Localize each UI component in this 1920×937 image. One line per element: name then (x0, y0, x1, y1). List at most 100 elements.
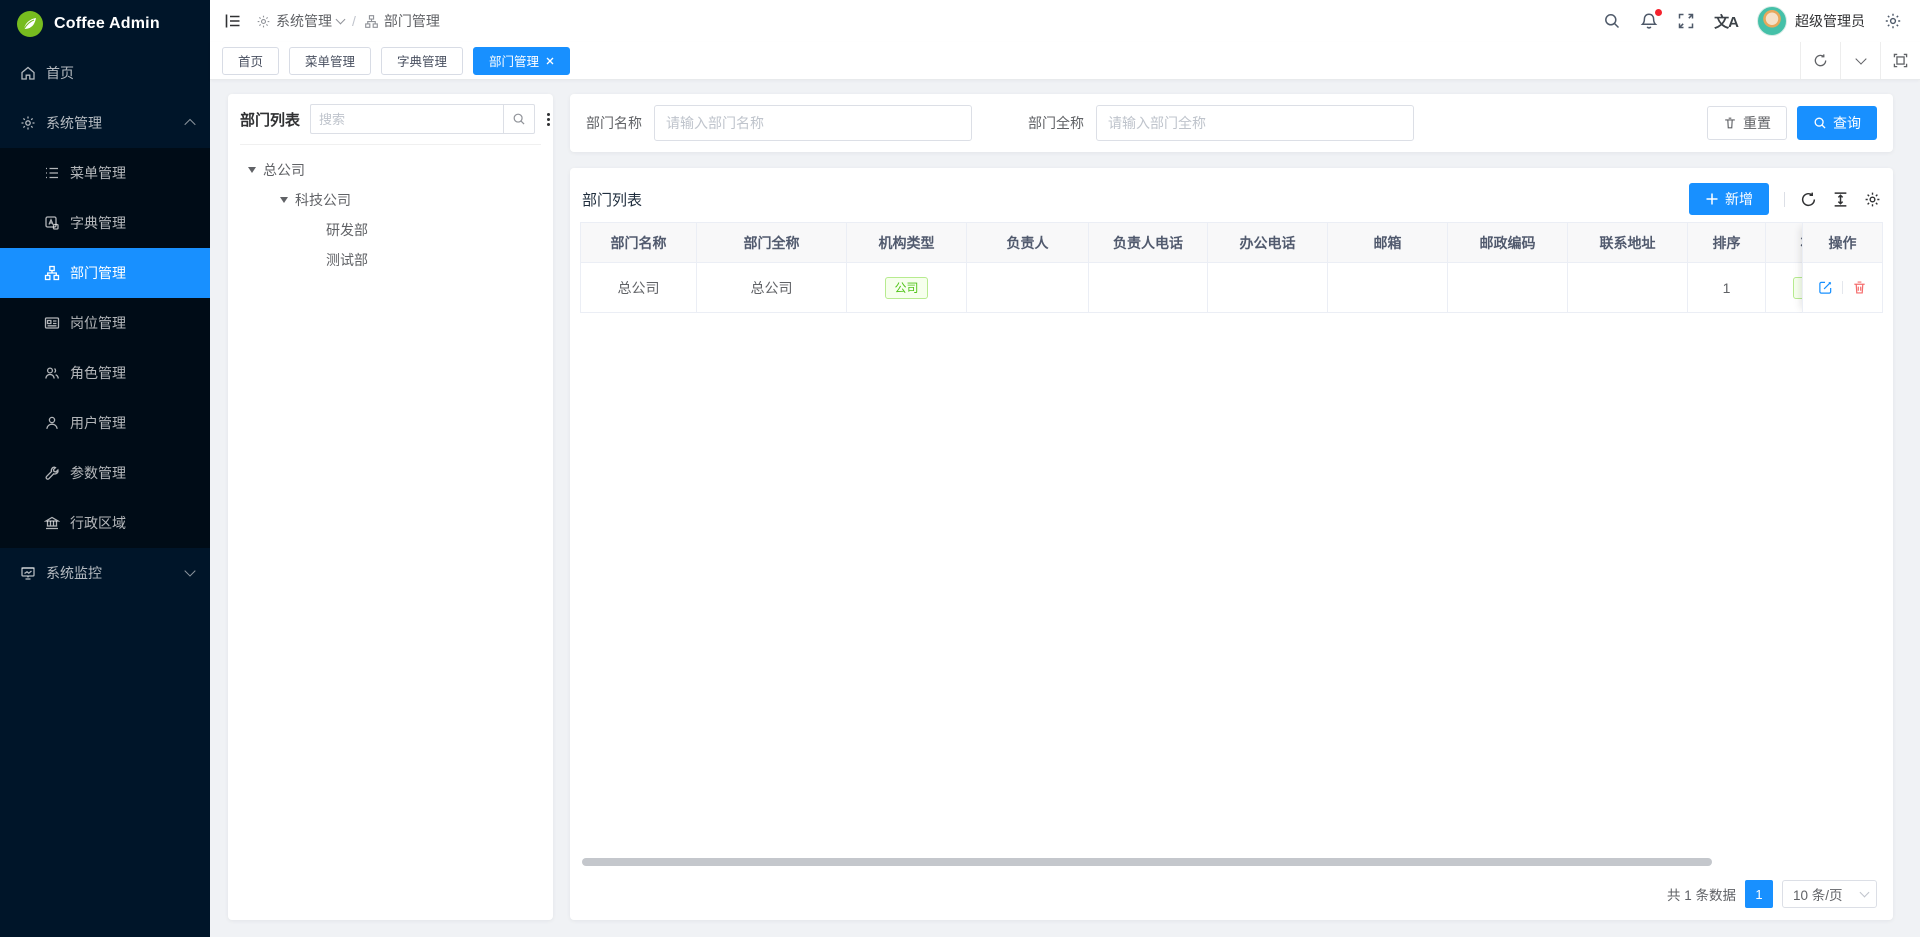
dept-fullname-input[interactable] (1096, 105, 1414, 141)
sidebar-item-home[interactable]: 首页 (0, 48, 210, 98)
tree-caret-icon[interactable] (280, 197, 288, 203)
reset-button[interactable]: 重置 (1707, 106, 1787, 140)
tree-caret-icon[interactable] (248, 167, 256, 173)
edit-icon[interactable] (1818, 280, 1833, 295)
row-height-icon[interactable] (1832, 191, 1849, 208)
tab-menu-mgmt[interactable]: 菜单管理 (289, 47, 371, 75)
tree-panel-title: 部门列表 (240, 109, 300, 130)
filter-label: 部门全称 (1028, 113, 1084, 133)
page-size-value: 10 条/页 (1793, 884, 1843, 904)
people-icon (44, 365, 60, 381)
topbar-right: 文A 超级管理员 (1603, 6, 1902, 36)
breadcrumb-item-dept[interactable]: 部门管理 (364, 11, 440, 31)
page-1-button[interactable]: 1 (1745, 880, 1773, 908)
sidebar-item-dept-mgmt[interactable]: 部门管理 (0, 248, 210, 298)
fullscreen-icon[interactable] (1677, 12, 1695, 30)
chevron-up-icon (184, 119, 195, 130)
table-scroll-area[interactable]: 部门名称 总公司 部门全称 总公司 机构类型 公司 (581, 223, 1883, 313)
org-chart-icon (44, 265, 60, 281)
breadcrumb: 系统管理 / 部门管理 (256, 11, 440, 31)
add-label: 新增 (1725, 189, 1753, 209)
column-settings-gear-icon[interactable] (1864, 191, 1881, 208)
settings-gear-icon[interactable] (1884, 12, 1902, 30)
bank-icon (44, 515, 60, 531)
maximize-icon[interactable] (1880, 42, 1920, 79)
scrollbar-thumb[interactable] (582, 858, 1712, 866)
sidebar-item-dict-mgmt[interactable]: 字典管理 (0, 198, 210, 248)
user-menu[interactable]: 超级管理员 (1757, 6, 1865, 36)
home-icon (20, 65, 36, 81)
tree-node-test[interactable]: 测试部 (240, 245, 541, 275)
sidebar-item-label: 字典管理 (70, 213, 194, 233)
column-address: 联系地址 (1568, 223, 1688, 313)
table-cell: 1 (1688, 263, 1766, 313)
sidebar-item-post-mgmt[interactable]: 岗位管理 (0, 298, 210, 348)
sidebar-item-role-mgmt[interactable]: 角色管理 (0, 348, 210, 398)
sidebar-item-user-mgmt[interactable]: 用户管理 (0, 398, 210, 448)
sidebar-group-system[interactable]: 系统管理 (0, 98, 210, 148)
sidebar-collapse-icon[interactable] (224, 12, 242, 30)
horizontal-scrollbar[interactable] (582, 858, 1881, 866)
filter-item-name: 部门名称 (586, 105, 972, 141)
main-column: 系统管理 / 部门管理 (210, 0, 1920, 937)
tab-dept-mgmt[interactable]: 部门管理 (473, 47, 570, 75)
breadcrumb-label: 系统管理 (276, 11, 332, 31)
gear-icon (256, 14, 271, 29)
dictionary-icon (44, 215, 60, 231)
monitor-board-icon (20, 565, 36, 581)
close-icon[interactable] (546, 57, 554, 65)
wrench-icon (44, 465, 60, 481)
dept-tree: 总公司 科技公司 研发部 测试部 (240, 145, 541, 275)
sidebar-group-monitor[interactable]: 系统监控 (0, 548, 210, 598)
sidebar-menu: 首页 系统管理 菜单管理 (0, 48, 210, 598)
search-icon[interactable] (1603, 12, 1621, 30)
column-email: 邮箱 (1328, 223, 1448, 313)
tree-node-rnd[interactable]: 研发部 (240, 215, 541, 245)
tree-search-button[interactable] (503, 104, 535, 134)
column-header: 邮箱 (1328, 223, 1448, 263)
tabbar-tools (1800, 42, 1920, 79)
translate-icon[interactable]: 文A (1714, 11, 1738, 32)
sidebar-item-label: 参数管理 (70, 463, 194, 483)
tab-home[interactable]: 首页 (222, 47, 279, 75)
breadcrumb-item-system[interactable]: 系统管理 (256, 11, 344, 31)
column-postcode: 邮政编码 (1448, 223, 1568, 313)
page-size-select[interactable]: 10 条/页 (1782, 880, 1877, 908)
tab-dict-mgmt[interactable]: 字典管理 (381, 47, 463, 75)
column-leader-phone: 负责人电话 (1089, 223, 1208, 313)
app-logo: Coffee Admin (0, 0, 210, 48)
sidebar-item-region-mgmt[interactable]: 行政区域 (0, 498, 210, 548)
delete-trash-icon[interactable] (1852, 280, 1867, 295)
sidebar-item-menu-mgmt[interactable]: 菜单管理 (0, 148, 210, 198)
column-office-phone: 办公电话 (1208, 223, 1328, 313)
tree-search-input[interactable] (310, 104, 503, 134)
reset-label: 重置 (1743, 113, 1771, 133)
gear-icon (20, 115, 36, 131)
username: 超级管理员 (1795, 11, 1865, 31)
add-button[interactable]: 新增 (1689, 183, 1769, 215)
table-title: 部门列表 (582, 189, 1689, 210)
tree-node-hq[interactable]: 总公司 (240, 155, 541, 185)
chevron-down-icon (1860, 887, 1870, 897)
more-options-icon[interactable] (545, 111, 552, 128)
column-header: 联系地址 (1568, 223, 1688, 263)
topbar-left: 系统管理 / 部门管理 (224, 11, 1603, 31)
sidebar-item-label: 行政区域 (70, 513, 194, 533)
chevron-down-icon[interactable] (1840, 42, 1880, 79)
sidebar-item-param-mgmt[interactable]: 参数管理 (0, 448, 210, 498)
notification-bell-icon[interactable] (1640, 12, 1658, 30)
refresh-icon[interactable] (1800, 191, 1817, 208)
query-button[interactable]: 查询 (1797, 106, 1877, 140)
filter-label: 部门名称 (586, 113, 642, 133)
org-type-tag: 公司 (885, 277, 927, 299)
dept-name-input[interactable] (654, 105, 972, 141)
refresh-icon[interactable] (1800, 42, 1840, 79)
table-cell (1208, 263, 1328, 313)
table-cell (1568, 263, 1688, 313)
table-empty-space (580, 313, 1883, 858)
column-header: 机构类型 (847, 223, 967, 263)
filter-item-fullname: 部门全称 (1028, 105, 1414, 141)
tree-node-tech[interactable]: 科技公司 (240, 185, 541, 215)
sidebar-submenu-system: 菜单管理 字典管理 部门管理 (0, 148, 210, 548)
list-icon (44, 165, 60, 181)
